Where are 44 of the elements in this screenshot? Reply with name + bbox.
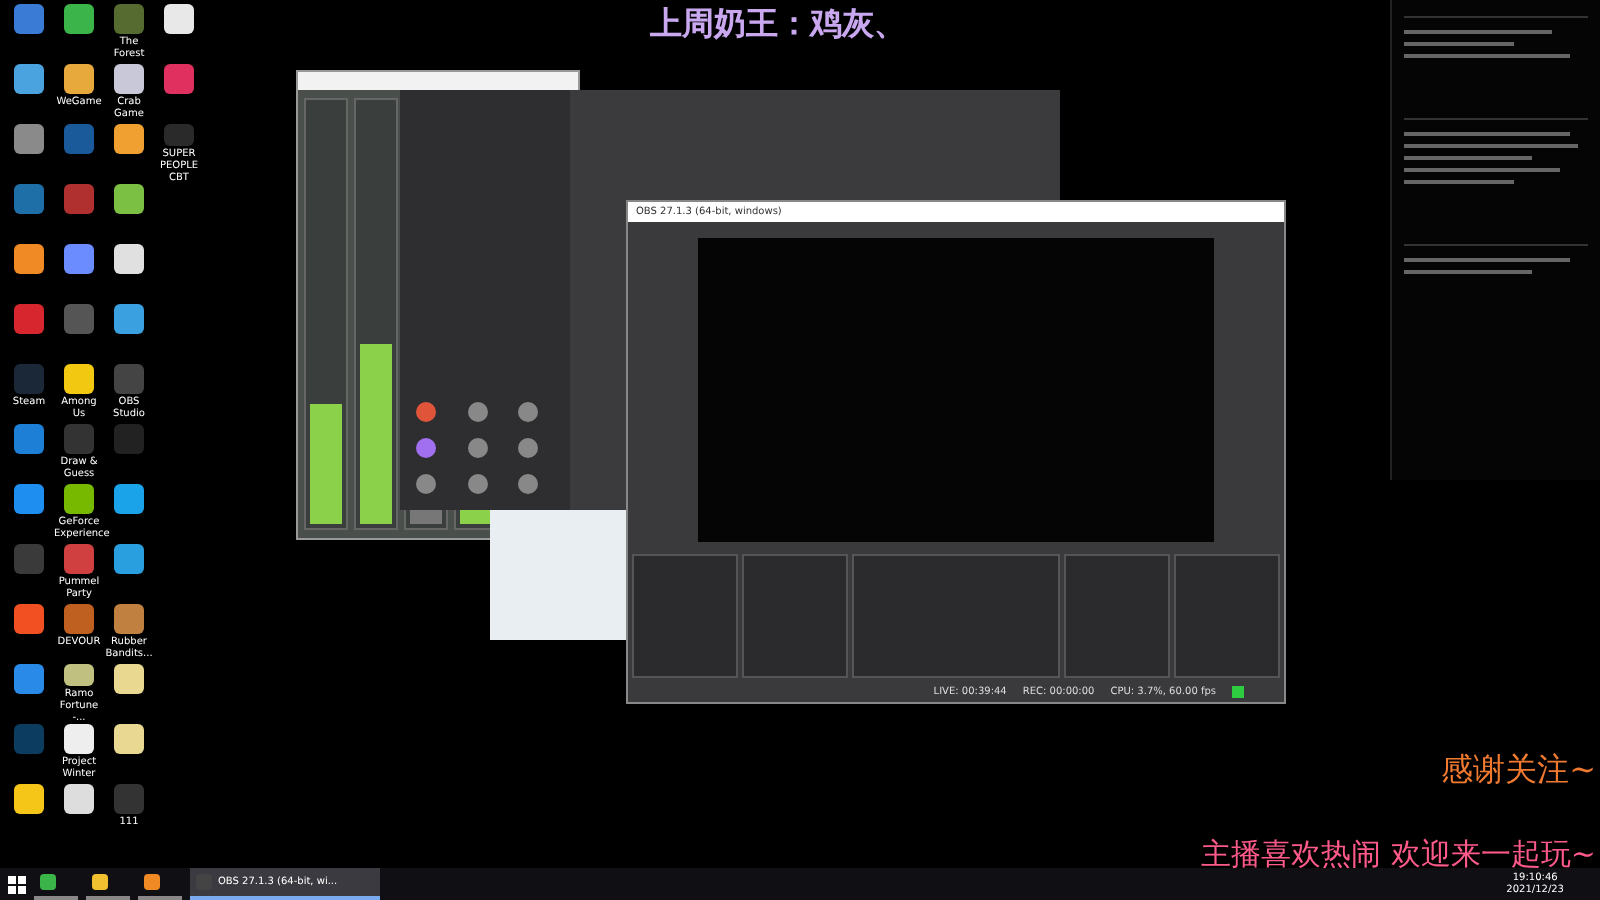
app-icon[interactable] — [14, 484, 44, 514]
start-icon[interactable] — [8, 875, 26, 893]
banner-text: 上周奶王：鸡灰、 — [650, 4, 906, 46]
app-icon[interactable] — [114, 544, 144, 574]
app-icon[interactable] — [64, 784, 94, 814]
taskbar-item[interactable] — [138, 868, 182, 900]
app-icon[interactable] — [114, 244, 144, 274]
app-icon[interactable] — [14, 64, 44, 94]
app-icon[interactable] — [64, 664, 94, 686]
tool-icon[interactable] — [467, 438, 488, 458]
app-icon[interactable] — [14, 784, 44, 814]
tool-icon[interactable] — [467, 474, 488, 494]
app-icon[interactable] — [64, 724, 94, 754]
app-icon[interactable] — [14, 244, 44, 274]
app-icon[interactable] — [114, 124, 144, 154]
app-icon[interactable] — [64, 4, 94, 34]
app-icon[interactable] — [64, 364, 94, 394]
app-icon[interactable] — [114, 484, 144, 514]
app-icon[interactable] — [114, 304, 144, 334]
app-icon[interactable] — [114, 64, 144, 94]
tool-icon[interactable] — [518, 402, 539, 422]
welcome-text: 主播喜欢热闹 欢迎来一起玩~ — [1201, 836, 1596, 872]
app-icon[interactable] — [64, 64, 94, 94]
app-icon[interactable] — [114, 184, 144, 214]
tool-icon[interactable] — [518, 438, 539, 458]
dock-panel — [742, 554, 848, 678]
dock-panel — [1174, 554, 1280, 678]
tool-icon[interactable] — [467, 402, 488, 422]
app-icon[interactable] — [114, 604, 144, 634]
app-icon[interactable] — [14, 124, 44, 154]
app-icon[interactable] — [64, 244, 94, 274]
fader-drawing — [310, 404, 342, 524]
taskbar-item[interactable] — [86, 868, 130, 900]
dock-panel — [1064, 554, 1170, 678]
status-indicator — [1232, 686, 1244, 698]
taskbar-item[interactable] — [34, 868, 78, 900]
app-icon[interactable] — [114, 664, 144, 694]
app-icon[interactable] — [64, 484, 94, 514]
app-icon[interactable] — [114, 724, 144, 754]
tool-icon[interactable] — [518, 474, 539, 494]
thanks-text: 感谢关注~ — [1441, 750, 1596, 792]
blank-window — [490, 510, 630, 640]
dock-panel — [632, 554, 738, 678]
app-icon[interactable] — [164, 4, 194, 34]
